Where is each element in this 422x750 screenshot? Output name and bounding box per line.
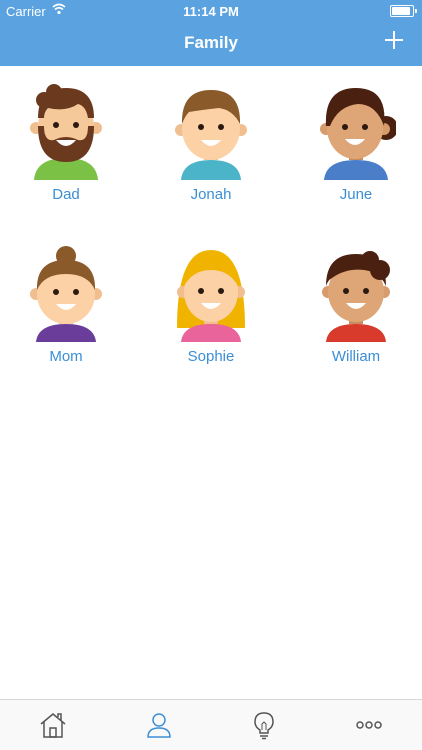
person-icon xyxy=(147,713,171,738)
june-avatar xyxy=(320,88,396,180)
status-bar: Carrier 11:14 PM xyxy=(0,0,422,22)
home-icon xyxy=(40,713,66,738)
tab-family[interactable] xyxy=(144,710,174,740)
page-title: Family xyxy=(184,33,238,52)
person-tile-dad[interactable]: Dad xyxy=(0,82,136,203)
dad-avatar xyxy=(30,84,102,180)
tab-more[interactable] xyxy=(354,710,384,740)
person-tile-william[interactable]: William xyxy=(286,244,422,365)
clock: 11:14 PM xyxy=(183,4,239,19)
person-name: Mom xyxy=(49,348,83,365)
person-name: William xyxy=(331,348,381,365)
tab-bar xyxy=(0,699,422,750)
william-avatar xyxy=(322,251,390,342)
tab-home[interactable] xyxy=(38,710,68,740)
more-icon xyxy=(356,721,382,729)
tab-ideas[interactable] xyxy=(249,710,279,740)
nav-bar: Carrier 11:14 PM Family xyxy=(0,0,422,66)
person-name: June xyxy=(339,186,373,203)
person-name: Sophie xyxy=(187,348,235,365)
lightbulb-icon xyxy=(254,712,274,740)
person-tile-mom[interactable]: Mom xyxy=(0,244,136,365)
family-screen: Carrier 11:14 PM Family Dad Jonah June M… xyxy=(0,0,422,750)
jonah-avatar xyxy=(175,90,247,180)
person-tile-sophie[interactable]: Sophie xyxy=(141,244,281,365)
add-person-button[interactable] xyxy=(382,28,406,52)
person-name: Jonah xyxy=(190,186,232,203)
mom-avatar xyxy=(30,246,102,342)
person-tile-june[interactable]: June xyxy=(286,82,422,203)
person-tile-jonah[interactable]: Jonah xyxy=(141,82,281,203)
battery-icon xyxy=(390,5,417,17)
person-name: Dad xyxy=(52,186,80,203)
sophie-avatar xyxy=(177,250,245,342)
